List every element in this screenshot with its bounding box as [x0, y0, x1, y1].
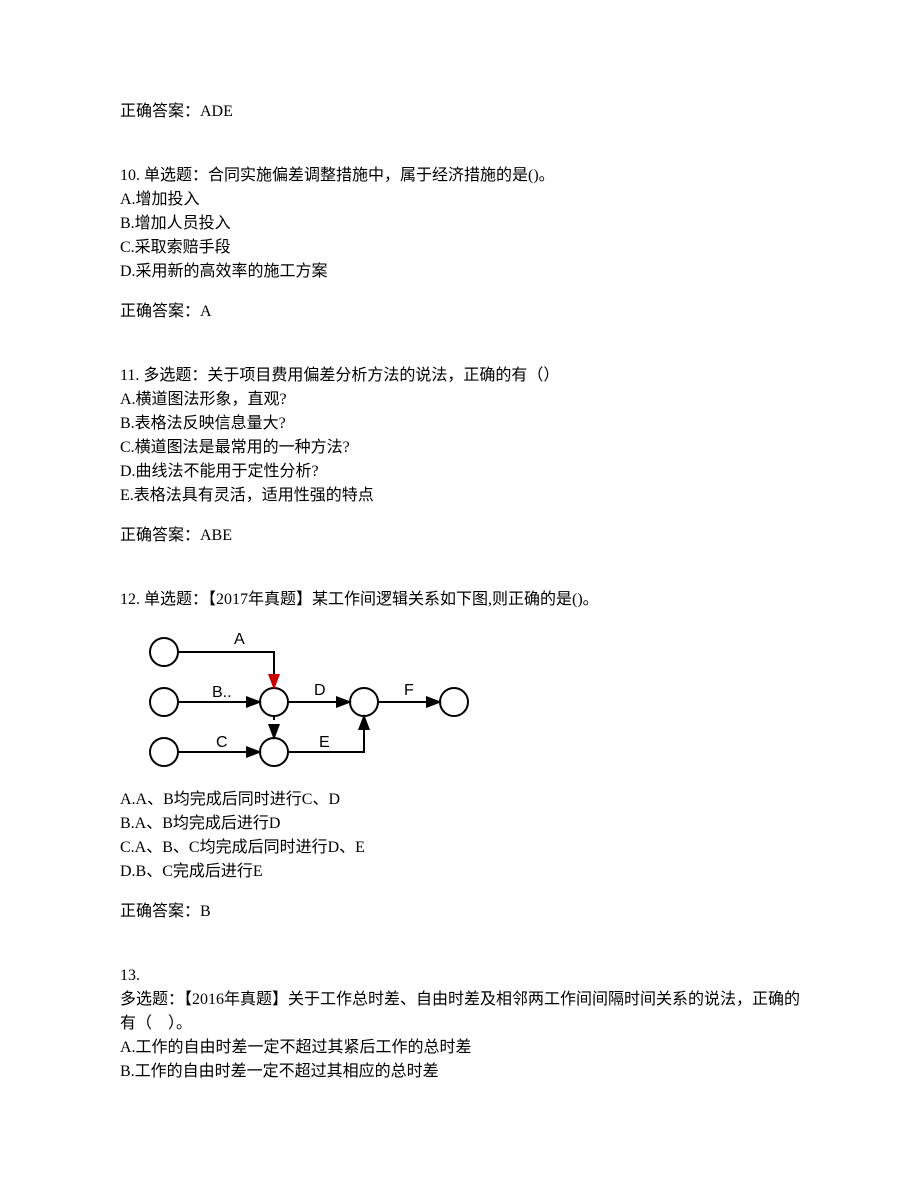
question-13: 13. 多选题：【2016年真题】关于工作总时差、自由时差及相邻两工作间间隔时间…	[120, 964, 800, 1084]
q11-option-e: E.表格法具有灵活，适用性强的特点	[120, 484, 800, 508]
diagram-label-e: E	[319, 734, 330, 751]
q12-option-a: A.A、B均完成后同时进行C、D	[120, 788, 800, 812]
q11-title: 11. 多选题：关于项目费用偏差分析方法的说法，正确的有（）	[120, 364, 800, 388]
q12-option-c: C.A、B、C均完成后同时进行D、E	[120, 836, 800, 860]
answer-9-text: 正确答案：ADE	[120, 100, 800, 124]
question-10: 10. 单选题：合同实施偏差调整措施中，属于经济措施的是()。 A.增加投入 B…	[120, 164, 800, 324]
diagram-svg: A B.. C D E F	[134, 622, 484, 782]
q10-option-b: B.增加人员投入	[120, 212, 800, 236]
q11-option-b: B.表格法反映信息量大?	[120, 412, 800, 436]
q10-option-c: C.采取索赔手段	[120, 236, 800, 260]
q11-answer: 正确答案：ABE	[120, 524, 800, 548]
q10-answer: 正确答案：A	[120, 300, 800, 324]
q13-option-a: A.工作的自由时差一定不超过其紧后工作的总时差	[120, 1036, 800, 1060]
question-11: 11. 多选题：关于项目费用偏差分析方法的说法，正确的有（） A.横道图法形象，…	[120, 364, 800, 548]
diagram-label-b: B..	[212, 684, 232, 701]
q13-option-b: B.工作的自由时差一定不超过其相应的总时差	[120, 1060, 800, 1084]
q10-option-a: A.增加投入	[120, 188, 800, 212]
diagram-label-a: A	[234, 631, 245, 648]
diagram-label-f: F	[404, 682, 414, 699]
q12-answer: 正确答案：B	[120, 900, 800, 924]
q13-header: 13.	[120, 964, 800, 988]
q11-option-c: C.横道图法是最常用的一种方法?	[120, 436, 800, 460]
q12-option-b: B.A、B均完成后进行D	[120, 812, 800, 836]
q12-network-diagram: A B.. C D E F	[134, 622, 484, 782]
answer-9-block: 正确答案：ADE	[120, 100, 800, 124]
q12-title: 12. 单选题：【2017年真题】某工作间逻辑关系如下图,则正确的是()。	[120, 588, 800, 612]
q12-option-d: D.B、C完成后进行E	[120, 860, 800, 884]
q11-option-a: A.横道图法形象，直观?	[120, 388, 800, 412]
diagram-label-d: D	[314, 682, 326, 699]
q13-title: 多选题：【2016年真题】关于工作总时差、自由时差及相邻两工作间间隔时间关系的说…	[120, 988, 800, 1036]
q10-option-d: D.采用新的高效率的施工方案	[120, 260, 800, 284]
q11-option-d: D.曲线法不能用于定性分析?	[120, 460, 800, 484]
question-12: 12. 单选题：【2017年真题】某工作间逻辑关系如下图,则正确的是()。	[120, 588, 800, 924]
diagram-label-c: C	[216, 734, 228, 751]
q10-title: 10. 单选题：合同实施偏差调整措施中，属于经济措施的是()。	[120, 164, 800, 188]
